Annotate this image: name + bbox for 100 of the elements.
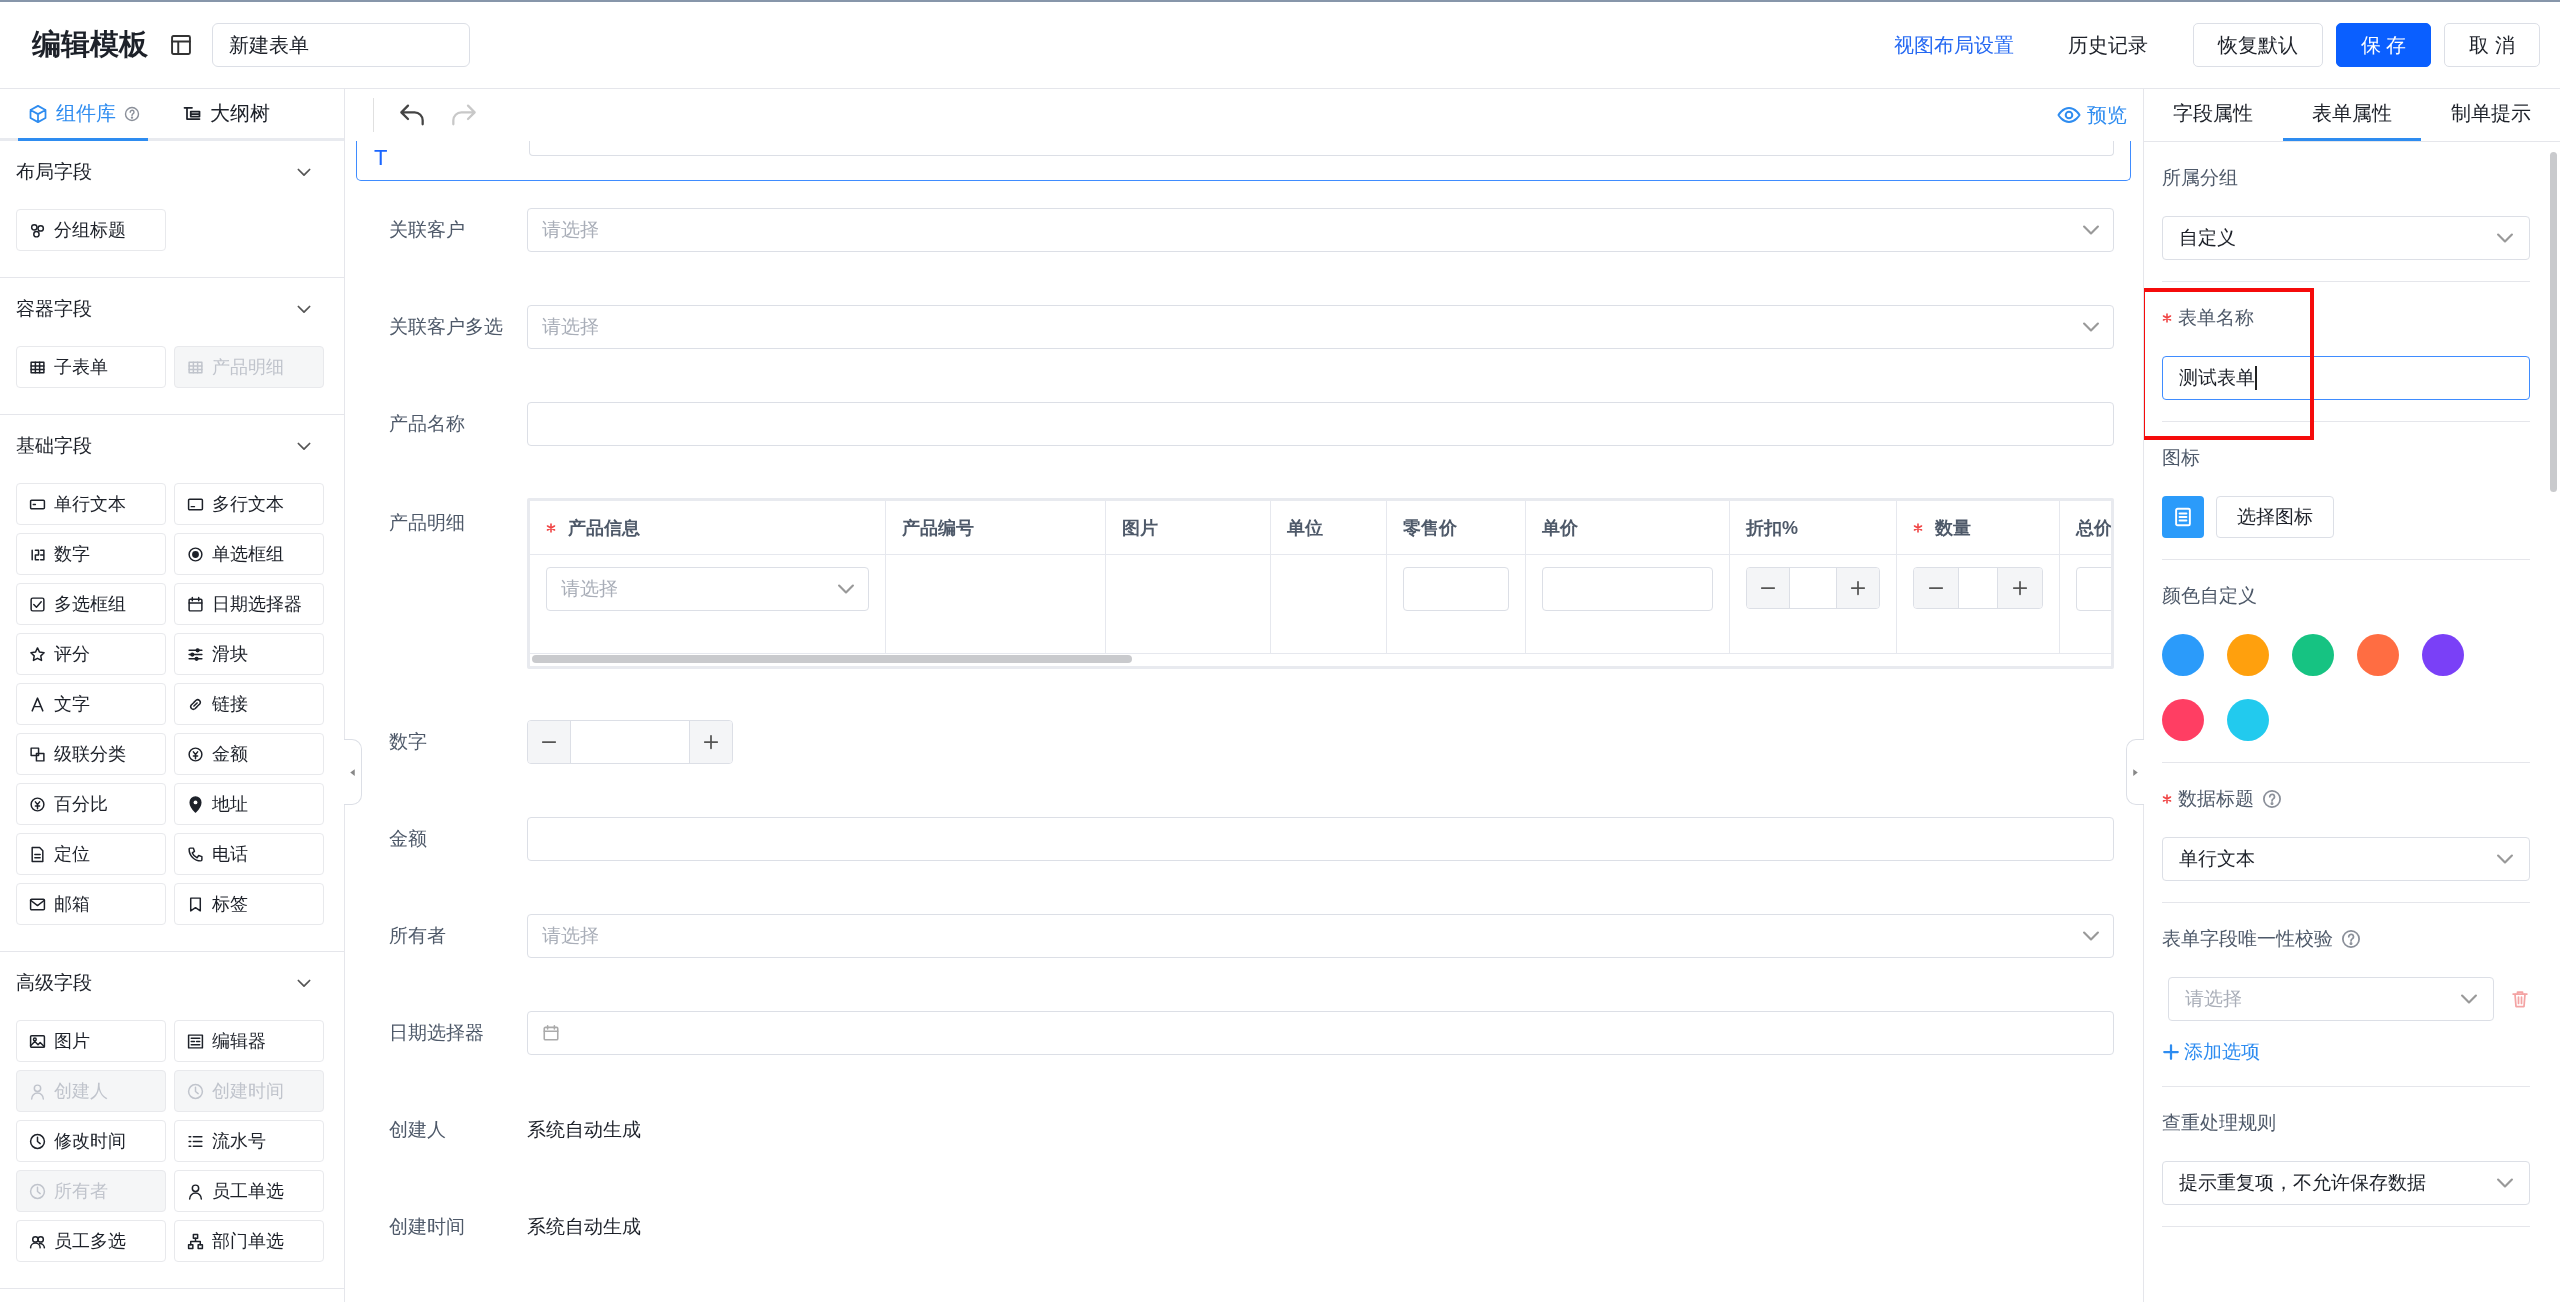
collapse-handle[interactable] [344, 739, 362, 805]
input-field[interactable]: 测试表单 [2162, 356, 2530, 400]
component-item[interactable]: 员工多选 [16, 1220, 166, 1262]
color-swatch[interactable] [2292, 634, 2334, 676]
history-link[interactable]: 历史记录 [2067, 31, 2148, 59]
panel-tab[interactable]: 制单提示 [2421, 89, 2560, 141]
scroll-thumb[interactable] [532, 655, 1132, 663]
field-label: 金额 [389, 826, 428, 851]
chevron-down-icon [2083, 930, 2099, 941]
person-icon [29, 1082, 46, 1100]
component-item[interactable]: 定位 [16, 833, 166, 875]
component-item[interactable]: 电话 [174, 833, 324, 875]
form-name-field[interactable]: 新建表单 [212, 23, 470, 67]
chevron-down-icon [2497, 233, 2513, 243]
select-field[interactable]: 自定义 [2162, 216, 2530, 260]
date-field[interactable] [527, 1010, 2114, 1055]
color-swatch[interactable] [2227, 699, 2269, 741]
property-label: 颜色自定义 [2162, 584, 2257, 608]
choose-icon-button[interactable]: 选择图标 [2216, 496, 2334, 538]
color-swatch[interactable] [2357, 634, 2399, 676]
triangle-icon [2131, 767, 2140, 777]
select-field[interactable]: 单行文本 [2162, 837, 2530, 881]
color-swatch[interactable] [2227, 634, 2269, 676]
property-label: 表单名称 [2178, 306, 2254, 330]
field-value: 系统自动生成 [527, 1117, 641, 1142]
component-item[interactable]: 日期选择器 [174, 583, 324, 625]
input-field[interactable] [527, 816, 2114, 861]
required-icon [2162, 794, 2172, 804]
color-swatch[interactable] [2162, 634, 2204, 676]
trash-icon[interactable] [2510, 989, 2530, 1009]
panel-tab[interactable]: 字段属性 [2144, 89, 2283, 141]
clock-icon [29, 1132, 46, 1150]
component-item[interactable]: 单行文本 [16, 483, 166, 525]
header-button[interactable]: 取 消 [2444, 23, 2540, 67]
component-item[interactable]: 编辑器 [174, 1020, 324, 1062]
layout-icon[interactable] [170, 34, 192, 56]
header-button[interactable]: 恢复默认 [2192, 23, 2323, 67]
select-field[interactable]: 提示重复项，不允许保存数据 [2162, 1161, 2530, 1205]
component-item[interactable]: 部门单选 [174, 1220, 324, 1262]
collapse-handle[interactable] [2126, 739, 2144, 805]
selected-field[interactable]: T [356, 141, 2131, 181]
checkbox-icon [29, 595, 46, 613]
component-item[interactable]: 多选框组 [16, 583, 166, 625]
component-item[interactable]: 员工单选 [174, 1170, 324, 1212]
form-icon[interactable] [2162, 496, 2204, 538]
triangle-icon [348, 767, 357, 777]
plus-icon[interactable] [2010, 578, 2030, 598]
clock-icon [29, 1182, 46, 1200]
input-field[interactable] [527, 401, 2114, 446]
plus-icon[interactable] [1848, 578, 1868, 598]
list-icon [2172, 506, 2194, 528]
component-item[interactable]: 流水号 [174, 1120, 324, 1162]
component-item[interactable]: 级联分类 [16, 733, 166, 775]
chevron-down-icon [2497, 1178, 2513, 1188]
component-item[interactable]: 标签 [174, 883, 324, 925]
component-item[interactable]: 链接 [174, 683, 324, 725]
component-item[interactable]: 多行文本 [174, 483, 324, 525]
component-item[interactable]: 金额 [174, 733, 324, 775]
component-item[interactable]: 单选框组 [174, 533, 324, 575]
component-item[interactable]: 滑块 [174, 633, 324, 675]
org-chart-icon [187, 1232, 204, 1250]
color-swatch[interactable] [2422, 634, 2464, 676]
color-swatch[interactable] [2162, 699, 2204, 741]
currency-icon [29, 795, 46, 813]
panel-tab[interactable]: 表单属性 [2282, 89, 2422, 141]
component-item[interactable]: 地址 [174, 783, 324, 825]
scroll-thumb[interactable] [2550, 152, 2557, 492]
field-label: 日期选择器 [389, 1020, 485, 1045]
component-item[interactable]: 百分比 [16, 783, 166, 825]
column-header: 图片 [1106, 501, 1271, 555]
column-header: 单价 [1526, 501, 1730, 555]
field-label: 创建人 [389, 1117, 447, 1142]
help-icon[interactable] [2262, 789, 2282, 809]
input-field[interactable] [1403, 567, 1509, 611]
column-header: 产品编号 [886, 501, 1106, 555]
phone-icon [187, 845, 204, 863]
help-icon[interactable] [124, 105, 140, 122]
component-item[interactable]: 分组标题 [16, 209, 166, 251]
help-icon[interactable] [2341, 929, 2361, 949]
field-label: 产品明细 [389, 511, 466, 535]
panel-tab[interactable]: 大纲树 [172, 89, 278, 141]
required-icon [546, 522, 556, 533]
person-icon [187, 1182, 204, 1200]
component-item[interactable]: 数字 [16, 533, 166, 575]
header-button[interactable]: 保 存 [2335, 23, 2432, 67]
column-header: 单位 [1271, 501, 1387, 555]
column-header: 零售价 [1387, 501, 1526, 555]
add-option-link[interactable]: 添加选项 [2162, 1039, 2530, 1065]
document-icon [29, 845, 46, 863]
component-item[interactable]: 子表单 [16, 346, 166, 388]
view-layout-link[interactable]: 视图布局设置 [1893, 31, 2014, 59]
component-item[interactable]: 图片 [16, 1020, 166, 1062]
chevron-down-icon [2497, 854, 2513, 864]
component-item[interactable]: 评分 [16, 633, 166, 675]
component-item[interactable]: 修改时间 [16, 1120, 166, 1162]
component-item[interactable]: 邮箱 [16, 883, 166, 925]
component-item[interactable]: 文字 [16, 683, 166, 725]
preview-link[interactable]: 预览 [2057, 101, 2127, 129]
group-title: 基础字段 [16, 434, 92, 458]
input-field[interactable] [1542, 567, 1713, 611]
